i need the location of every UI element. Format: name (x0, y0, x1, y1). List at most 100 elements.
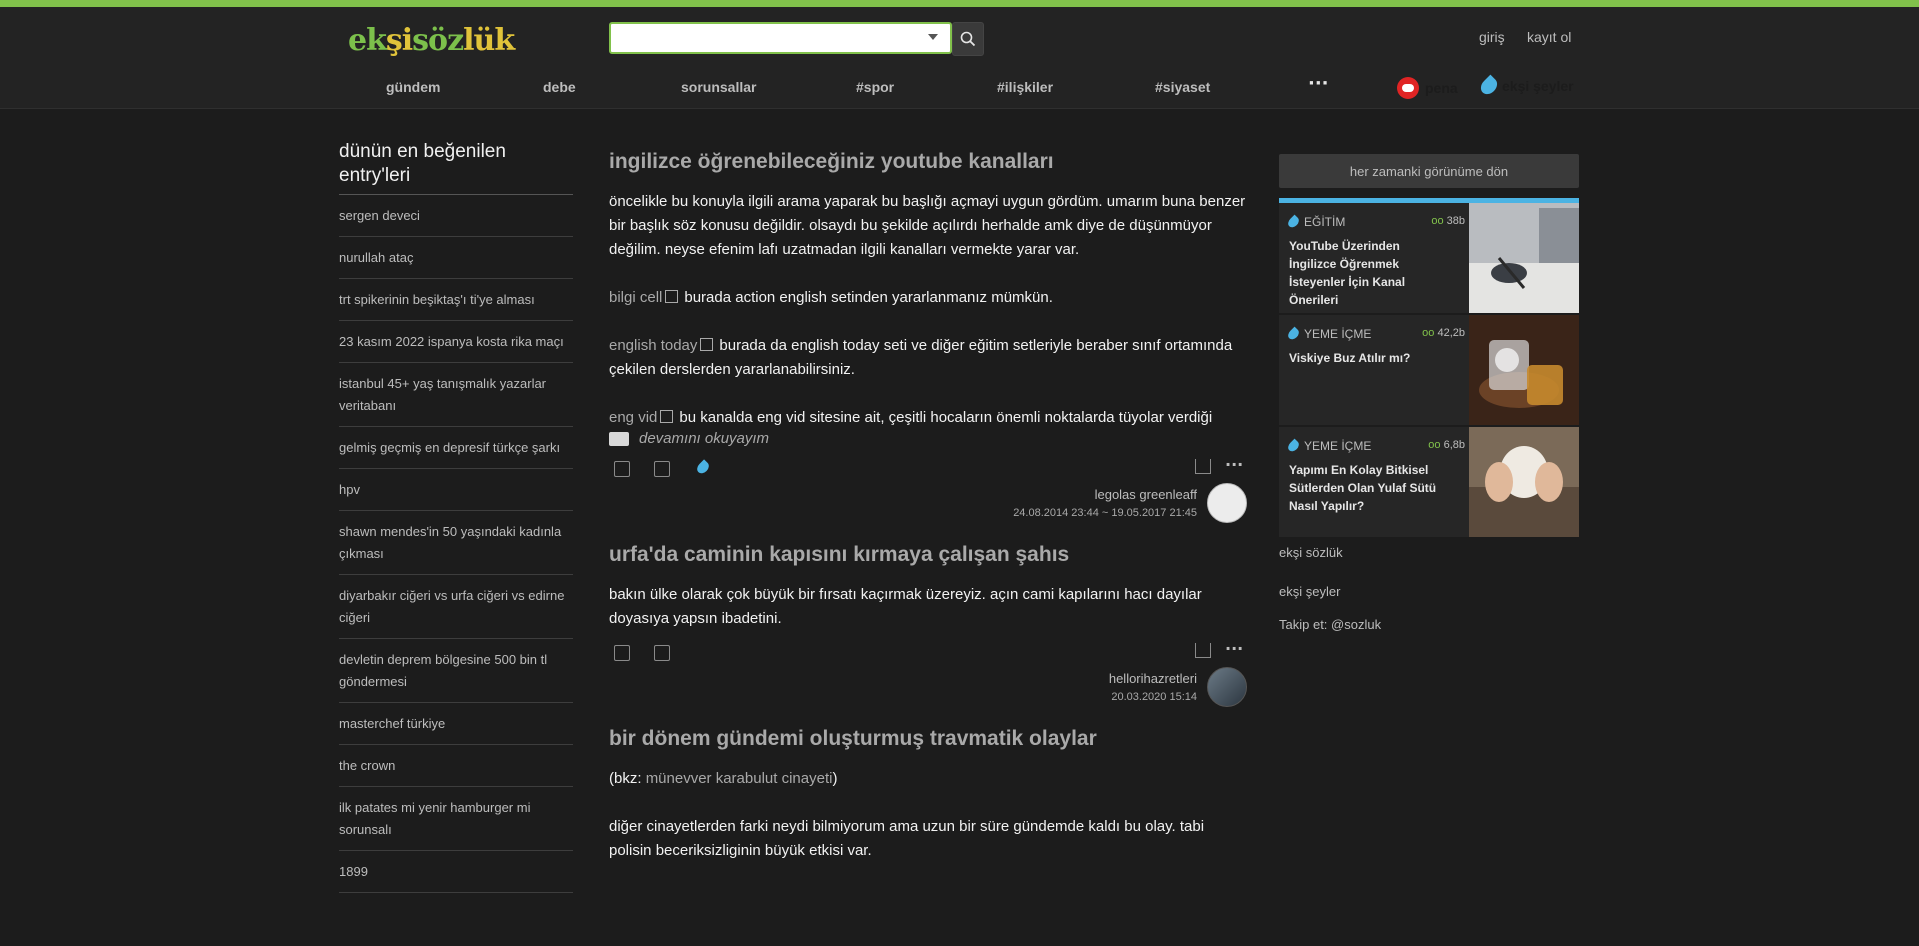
card-category-label: YEME İÇME (1304, 439, 1372, 453)
sidebar-item[interactable]: gelmiş geçmiş en depresif türkçe şarkı (339, 427, 573, 469)
external-link-icon (665, 290, 679, 303)
card-title: Viskiye Buz Atılır mı? (1289, 351, 1411, 365)
external-link-icon (660, 410, 674, 423)
external-link[interactable]: english today (609, 337, 697, 354)
eksi-seyler-card[interactable]: EĞİTİM oo 38b YouTube Üzerinden İngilizc… (1279, 203, 1579, 315)
eksi-seyler-label: ekşi şeyler (1502, 78, 1574, 94)
main-feed: ingilizce öğrenebileceğiniz youtube kana… (609, 150, 1249, 887)
entry-actions: ··· (609, 455, 1249, 485)
entry-paragraph: öncelikle bu konuyla ilgili arama yapara… (609, 193, 1246, 258)
sidebar-item[interactable]: sergen deveci (339, 195, 573, 237)
topic-title[interactable]: urfa'da caminin kapısını kırmaya çalışan… (609, 543, 1249, 567)
card-view-count: 42,2b (1437, 327, 1465, 339)
right-column: her zamanki görünüme dön EĞİTİM oo 38b Y… (1279, 154, 1579, 632)
author-link[interactable]: hellorihazretleri (1109, 671, 1197, 686)
entry-meta: legolas greenleaff 24.08.2014 23:44 ~ 19… (609, 483, 1249, 535)
sidebar-item[interactable]: 23 kasım 2022 ispanya kosta rika maçı (339, 321, 573, 363)
author-link[interactable]: legolas greenleaff (1095, 487, 1197, 502)
more-options-icon[interactable]: ··· (1225, 455, 1243, 474)
entry-meta: hellorihazretleri 20.03.2020 15:14 (609, 667, 1249, 719)
card-title: YouTube Üzerinden İngilizce Öğrenmek İst… (1289, 239, 1406, 307)
login-link[interactable]: giriş (1479, 29, 1505, 45)
card-views: oo 6,8b (1428, 439, 1465, 451)
sidebar-item[interactable]: istanbul 45+ yaş tanışmalık yazarlar ver… (339, 363, 573, 427)
entry-actions: ··· (609, 639, 1249, 669)
nav-item-spor[interactable]: #spor (856, 79, 894, 95)
sidebar-item[interactable]: masterchef türkiye (339, 703, 573, 745)
downvote-icon[interactable] (654, 645, 670, 661)
drop-icon (1286, 438, 1301, 454)
eksi-seyler-card[interactable]: YEME İÇME oo 42,2b Viskiye Buz Atılır mı… (1279, 315, 1579, 427)
drop-icon (1477, 74, 1501, 98)
footer-link-eksi-sozluk[interactable]: ekşi sözlük (1279, 545, 1579, 560)
card-views: oo 38b (1431, 215, 1465, 227)
logo[interactable]: ekşisözlük (348, 19, 515, 63)
sidebar-item[interactable]: devletin deprem bölgesine 500 bin tl gön… (339, 639, 573, 703)
sidebar-item[interactable]: diyarbakır ciğeri vs urfa ciğeri vs edir… (339, 575, 573, 639)
read-more-label: devamını okuyayım (639, 430, 770, 447)
nav-item-gundem[interactable]: gündem (386, 79, 440, 95)
eksi-seyler-card[interactable]: YEME İÇME oo 6,8b Yapımı En Kolay Bitkis… (1279, 427, 1579, 539)
share-icon[interactable] (1195, 459, 1211, 474)
card-category: YEME İÇME (1286, 438, 1372, 454)
entry-text: burada action english setinden yararlanm… (684, 289, 1053, 306)
drop-icon (1286, 326, 1301, 342)
sidebar-title: dünün en beğenilen entry'leri (339, 140, 573, 195)
external-link[interactable]: bilgi cell (609, 289, 662, 306)
nav-item-iliskiler[interactable]: #ilişkiler (997, 79, 1053, 95)
card-image-whisky (1469, 315, 1579, 425)
sidebar-item[interactable]: trt spikerinin beşiktaş'ı ti'ye alması (339, 279, 573, 321)
eye-icon: oo (1422, 327, 1438, 339)
more-menu-button[interactable]: ··· (1308, 73, 1329, 94)
entry: urfa'da caminin kapısını kırmaya çalışan… (609, 543, 1249, 719)
topic-title[interactable]: bir dönem gündemi oluşturmuş travmatik o… (609, 727, 1249, 751)
eye-icon: oo (1428, 439, 1444, 451)
entry: bir dönem gündemi oluşturmuş travmatik o… (609, 727, 1249, 863)
logo-text: ekşisözlük (348, 23, 515, 58)
entry-date[interactable]: 24.08.2014 23:44 ~ 19.05.2017 21:45 (1013, 507, 1197, 519)
footer-link-eksi-seyler[interactable]: ekşi şeyler (1279, 584, 1579, 599)
card-image-writing (1469, 203, 1579, 313)
topic-title[interactable]: ingilizce öğrenebileceğiniz youtube kana… (609, 150, 1249, 174)
upvote-icon[interactable] (614, 461, 630, 477)
card-view-count: 38b (1446, 215, 1465, 227)
external-link[interactable]: eng vid (609, 409, 657, 426)
favorite-drop-icon[interactable] (694, 459, 712, 476)
pena-link[interactable]: pena (1397, 77, 1458, 99)
pena-icon (1397, 77, 1419, 99)
nav-item-sorunsallar[interactable]: sorunsallar (681, 79, 756, 95)
entry-paragraph: (bkz: münevver karabulut cinayeti) (609, 767, 1249, 791)
entry-date[interactable]: 20.03.2020 15:14 (1111, 691, 1197, 703)
bkz-link[interactable]: münevver karabulut cinayeti (646, 770, 833, 787)
chevron-down-icon[interactable] (928, 34, 938, 40)
register-link[interactable]: kayıt ol (1527, 29, 1571, 45)
read-more-link[interactable]: devamını okuyayım (609, 430, 1249, 447)
nav-item-siyaset[interactable]: #siyaset (1155, 79, 1210, 95)
envelope-icon (609, 431, 629, 446)
search-button[interactable] (952, 22, 984, 56)
sidebar-item[interactable]: 1899 (339, 851, 573, 893)
card-category: YEME İÇME (1286, 326, 1371, 342)
more-options-icon[interactable]: ··· (1225, 639, 1243, 658)
search-input[interactable] (609, 22, 952, 54)
card-views: oo 42,2b (1422, 327, 1465, 339)
share-icon[interactable] (1195, 643, 1211, 658)
sidebar-item[interactable]: shawn mendes'in 50 yaşındaki kadınla çık… (339, 511, 573, 575)
eksi-seyler-link[interactable]: ekşi şeyler (1477, 74, 1574, 98)
entry-content: (bkz: münevver karabulut cinayeti) diğer… (609, 767, 1249, 863)
sidebar-item[interactable]: hpv (339, 469, 573, 511)
nav-item-debe[interactable]: debe (543, 79, 576, 95)
avatar[interactable] (1207, 667, 1247, 707)
search-icon (960, 31, 976, 47)
follow-link[interactable]: Takip et: @sozluk (1279, 617, 1579, 632)
card-category-label: EĞİTİM (1304, 215, 1346, 229)
upvote-icon[interactable] (614, 645, 630, 661)
sidebar-item[interactable]: nurullah ataç (339, 237, 573, 279)
avatar[interactable] (1207, 483, 1247, 523)
sidebar-item[interactable]: ilk patates mi yenir hamburger mi soruns… (339, 787, 573, 851)
card-view-count: 6,8b (1443, 439, 1465, 451)
sidebar-item[interactable]: the crown (339, 745, 573, 787)
return-to-classic-button[interactable]: her zamanki görünüme dön (1279, 154, 1579, 188)
downvote-icon[interactable] (654, 461, 670, 477)
card-category: EĞİTİM (1286, 214, 1346, 230)
